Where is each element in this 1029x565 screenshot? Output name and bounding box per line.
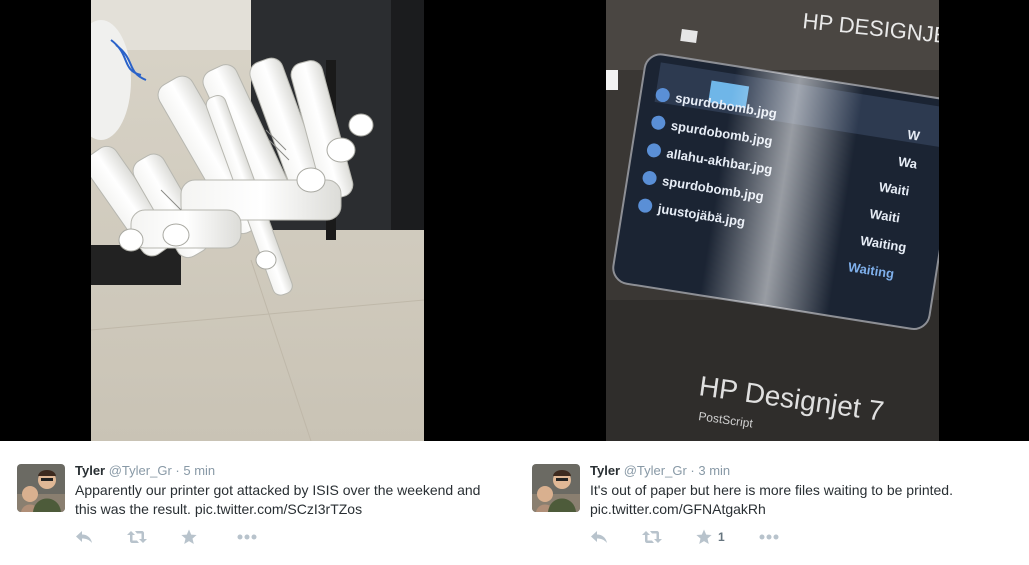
reply-icon — [76, 531, 92, 543]
retweet-button[interactable] — [642, 530, 662, 544]
more-button[interactable] — [759, 534, 779, 540]
printer-screen-image: HP DESIGNJE spurdobomb.jpg W spurdobomb.… — [606, 0, 939, 441]
reply-button[interactable] — [75, 530, 93, 544]
tweet-card-1: Tyler @Tyler_Gr · 5 min Apparently our p… — [0, 0, 515, 565]
tweet-media-1[interactable] — [0, 0, 515, 441]
more-button[interactable] — [237, 534, 257, 540]
tweet-media-2[interactable]: HP DESIGNJE spurdobomb.jpg W spurdobomb.… — [515, 0, 1029, 441]
paper-rolls-image — [91, 0, 424, 441]
timestamp[interactable]: 5 min — [183, 463, 215, 478]
separator-dot: · — [690, 463, 695, 478]
tweet-text: Apparently our printer got attacked by I… — [75, 482, 481, 517]
star-icon — [696, 529, 712, 544]
timestamp[interactable]: 3 min — [698, 463, 730, 478]
retweet-icon — [127, 531, 147, 543]
more-icon — [759, 534, 779, 540]
tweet-actions: 1 — [590, 527, 813, 547]
tweet-actions — [75, 527, 291, 547]
tweet-header: Tyler @Tyler_Gr · 3 min — [590, 463, 730, 478]
user-handle[interactable]: @Tyler_Gr — [109, 463, 172, 478]
retweet-icon — [642, 531, 662, 543]
tweet-body-2: Tyler @Tyler_Gr · 3 min It's out of pape… — [515, 441, 1029, 565]
favorite-button[interactable] — [181, 529, 203, 545]
reply-button[interactable] — [590, 530, 608, 544]
favorite-count: 1 — [718, 530, 725, 544]
tweet-body-1: Tyler @Tyler_Gr · 5 min Apparently our p… — [0, 441, 515, 565]
retweet-button[interactable] — [127, 530, 147, 544]
more-icon — [237, 534, 257, 540]
printer-paper-rolls-photo[interactable] — [91, 0, 424, 441]
tweet-card-2: HP DESIGNJE spurdobomb.jpg W spurdobomb.… — [515, 0, 1029, 565]
avatar-image — [17, 464, 65, 512]
tweet-text: It's out of paper but here is more files… — [590, 482, 953, 517]
display-name[interactable]: Tyler — [75, 463, 105, 478]
display-name[interactable]: Tyler — [590, 463, 620, 478]
user-handle[interactable]: @Tyler_Gr — [624, 463, 687, 478]
separator-dot: · — [175, 463, 180, 478]
avatar[interactable] — [532, 464, 580, 512]
star-icon — [181, 529, 197, 544]
reply-icon — [591, 531, 607, 543]
tweet-header: Tyler @Tyler_Gr · 5 min — [75, 463, 215, 478]
queue-status: Wa — [897, 154, 919, 172]
favorite-button[interactable]: 1 — [696, 529, 725, 545]
avatar-image — [532, 464, 580, 512]
avatar[interactable] — [17, 464, 65, 512]
printer-queue-photo[interactable]: HP DESIGNJE spurdobomb.jpg W spurdobomb.… — [606, 0, 939, 441]
